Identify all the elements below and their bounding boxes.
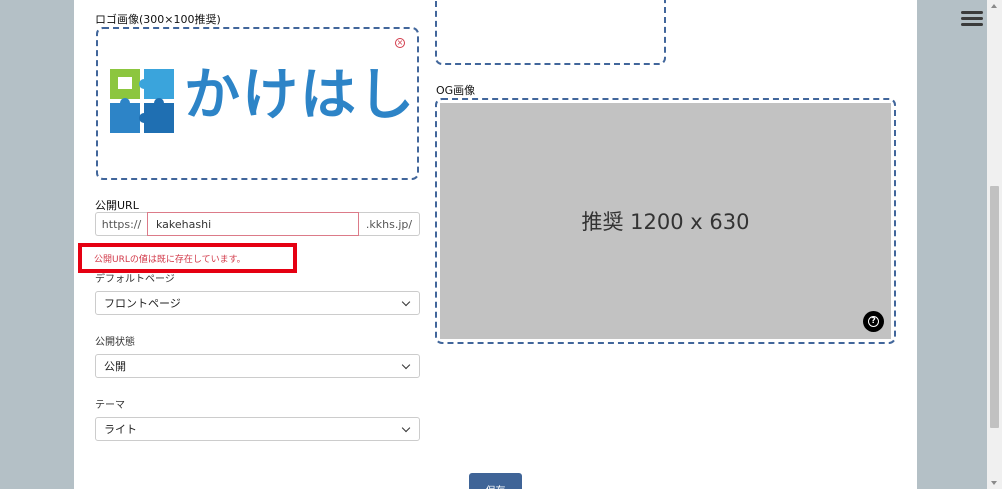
status-label: 公開状態 <box>95 337 135 348</box>
hamburger-menu-icon[interactable] <box>961 11 983 27</box>
default-page-value: フロントページ <box>104 297 181 310</box>
status-select[interactable]: 公開 <box>95 354 420 378</box>
theme-label: テーマ <box>95 400 125 411</box>
status-value: 公開 <box>104 360 126 373</box>
scrollbar[interactable] <box>987 0 1002 489</box>
theme-select[interactable]: ライト <box>95 417 420 441</box>
puzzle-logo-icon <box>110 69 174 133</box>
chevron-down-icon <box>401 297 411 307</box>
public-url-label: 公開URL <box>95 199 139 212</box>
public-url-input[interactable] <box>147 212 359 236</box>
chevron-down-icon <box>401 423 411 433</box>
public-url-group: https:// .kkhs.jp/ <box>95 212 420 236</box>
url-error-message: 公開URLの値は既に存在しています。 <box>94 254 246 265</box>
default-page-select[interactable]: フロントページ <box>95 291 420 315</box>
logo-upload-box[interactable]: × かけはし <box>96 27 419 180</box>
help-icon[interactable]: ? <box>863 311 884 332</box>
logo-text: かけはし <box>184 63 416 128</box>
logo-image-label: ロゴ画像(300×100推奨) <box>95 13 221 26</box>
og-image-placeholder: 推奨 1200 x 630 ? <box>440 103 891 339</box>
image-upload-box-top[interactable] <box>435 0 666 65</box>
og-image-upload-box[interactable]: 推奨 1200 x 630 ? <box>435 98 896 344</box>
og-image-label: OG画像 <box>436 84 476 97</box>
url-prefix: https:// <box>95 212 147 236</box>
chevron-down-icon <box>401 360 411 370</box>
scroll-thumb[interactable] <box>990 186 999 428</box>
save-button[interactable]: 保存 <box>469 473 522 489</box>
url-error-highlight: 公開URLの値は既に存在しています。 <box>78 243 297 273</box>
scroll-up-icon[interactable] <box>991 4 997 8</box>
close-icon[interactable]: × <box>395 38 405 48</box>
og-placeholder-text: 推奨 1200 x 630 <box>581 210 750 234</box>
scroll-down-icon[interactable] <box>991 481 997 485</box>
url-suffix: .kkhs.jp/ <box>359 212 420 236</box>
theme-value: ライト <box>104 423 137 436</box>
